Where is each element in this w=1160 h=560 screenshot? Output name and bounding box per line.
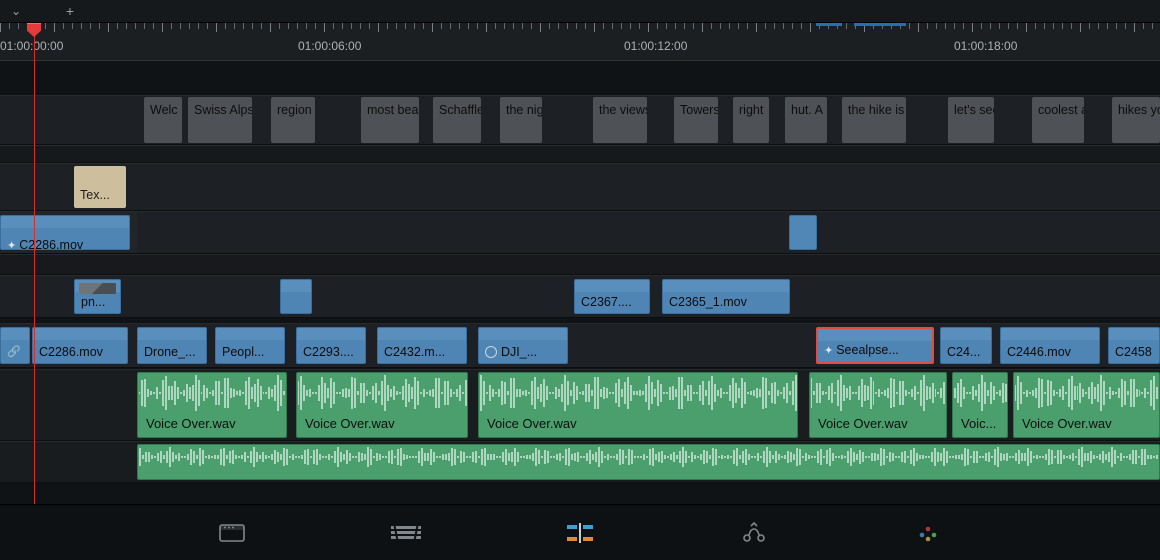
video-clip[interactable]: C2446.mov [1000, 327, 1100, 364]
video-clip[interactable]: C2286.mov [32, 327, 128, 364]
subtitle-clip[interactable]: the nig [500, 97, 542, 143]
audio-clip[interactable]: Voice Over.wav [1013, 372, 1160, 438]
video-track-3[interactable]: Tex... [0, 163, 1160, 211]
timecode-label: 01:00:06:00 [298, 39, 361, 53]
audio-clip[interactable]: Voic... [952, 372, 1008, 438]
subtitle-clip[interactable]: let's see [948, 97, 994, 143]
video-clip[interactable]: 🔗 [0, 327, 30, 364]
title-clip[interactable]: Tex... [74, 166, 126, 208]
subtitle-clip[interactable]: the views [593, 97, 647, 143]
playhead[interactable] [34, 23, 35, 504]
video-clip[interactable]: C2458 [1108, 327, 1160, 364]
audio-track-2[interactable] [0, 441, 1160, 483]
page-color[interactable] [911, 516, 945, 550]
in-out-range[interactable] [854, 23, 906, 26]
video-track-1[interactable]: 🔗 C2286.movDrone_...Peopl... C2293.... C243… [0, 323, 1160, 368]
subtitle-clip[interactable]: Towers [674, 97, 718, 143]
timeline-tracks: WelcSwiss Alps in region most beauti Schaff… [0, 61, 1160, 504]
video-clip[interactable]: Peopl... [215, 327, 285, 364]
video-track-2a[interactable]: pn... C2367.... C2365_1.mov [0, 275, 1160, 318]
audio-clip[interactable] [137, 444, 1160, 480]
timecode-label: 01:00:00:00 [0, 39, 63, 53]
audio-track-1[interactable]: Voice Over.wav Voice Over.wav Voice Over.w… [0, 369, 1160, 441]
video-clip[interactable]: C2293.... [296, 327, 366, 364]
clip-label: Voic... [961, 417, 996, 431]
subtitle-clip[interactable]: region [271, 97, 315, 143]
track-divider [0, 145, 1160, 163]
track-divider [0, 254, 1160, 275]
clip-label: Voice Over.wav [487, 417, 577, 431]
fx-icon: ✦ [7, 239, 16, 250]
subtitle-clip[interactable]: hut. A [785, 97, 827, 143]
video-clip[interactable]: pn... [74, 279, 121, 314]
audio-clip[interactable]: Voice Over.wav [809, 372, 947, 438]
video-clip[interactable] [280, 279, 312, 314]
page-media[interactable] [215, 516, 249, 550]
video-clip[interactable] [789, 215, 817, 250]
in-out-range[interactable] [816, 23, 842, 26]
timeline-dropdown[interactable]: ⌄ [6, 4, 26, 18]
subtitle-clip[interactable]: Welc [144, 97, 182, 143]
video-clip[interactable]: C2365_1.mov [662, 279, 790, 314]
audio-clip[interactable]: Voice Over.wav [296, 372, 468, 438]
stabilize-icon [485, 346, 497, 358]
add-timeline-button[interactable]: + [60, 3, 80, 19]
timeline-tab-strip: ⌄ + [0, 0, 1160, 23]
subtitle-clip[interactable]: coolest an [1032, 97, 1084, 143]
page-switcher [0, 504, 1160, 560]
timecode-label: 01:00:18:00 [954, 39, 1017, 53]
video-clip[interactable]: C2367.... [574, 279, 650, 314]
video-clip[interactable]: Drone_... [137, 327, 207, 364]
clip-label: Voice Over.wav [305, 417, 395, 431]
video-clip[interactable]: C24... [940, 327, 992, 364]
page-cut[interactable] [389, 516, 423, 550]
subtitle-clip[interactable]: Swiss Alps in [188, 97, 252, 143]
clip-label: Voice Over.wav [818, 417, 908, 431]
clip-label: Voice Over.wav [1022, 417, 1112, 431]
page-edit[interactable] [563, 516, 597, 550]
timeline-ruler[interactable]: 01:00:00:00 01:00:06:00 01:00:12:00 01:00:1… [0, 23, 1160, 61]
video-clip[interactable]: ✦C2286.mov [0, 215, 130, 250]
video-clip[interactable]: ✦Seealpse... [816, 327, 934, 364]
subtitle-clip[interactable]: Schaffler [433, 97, 481, 143]
subtitle-track[interactable]: WelcSwiss Alps in region most beauti Schaff… [0, 95, 1160, 145]
audio-clip[interactable]: Voice Over.wav [478, 372, 798, 438]
timecode-label: 01:00:12:00 [624, 39, 687, 53]
subtitle-clip[interactable]: the hike is [842, 97, 906, 143]
subtitle-clip[interactable]: most beauti [361, 97, 419, 143]
subtitle-clip[interactable]: hikes you [1112, 97, 1160, 143]
fx-icon: ✦ [824, 344, 833, 358]
subtitle-clip[interactable]: right [733, 97, 769, 143]
link-icon: 🔗 [7, 346, 21, 358]
audio-clip[interactable]: Voice Over.wav [137, 372, 287, 438]
video-clip[interactable]: DJI_... [478, 327, 568, 364]
video-track-2b[interactable]: ✦ ✦C2286.mov [0, 211, 1160, 254]
page-fusion[interactable] [737, 516, 771, 550]
clip-label: Voice Over.wav [146, 417, 236, 431]
video-clip[interactable]: C2432.m... [377, 327, 467, 364]
